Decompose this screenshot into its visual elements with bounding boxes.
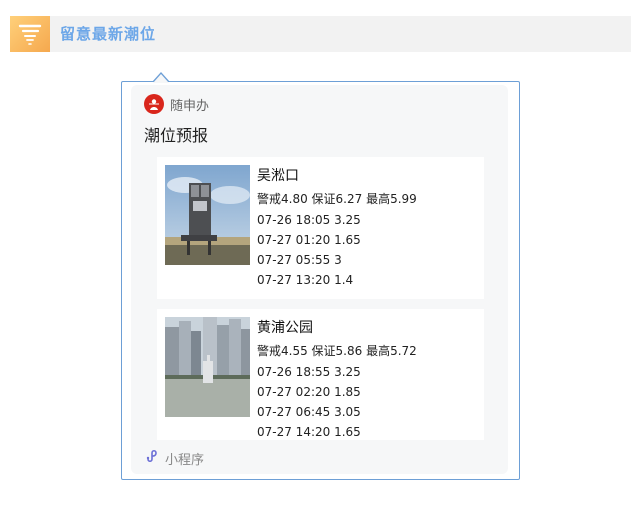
tide-forecast-row: 07-26 18:05 3.25 (257, 213, 361, 227)
station-limits: 警戒4.55 保证5.86 最高5.72 (257, 344, 417, 358)
station-name: 吴淞口 (257, 168, 299, 184)
station-item[interactable]: 黄浦公园 警戒4.55 保证5.86 最高5.72 07-26 18:55 3.… (157, 309, 484, 440)
station-name: 黄浦公园 (257, 320, 313, 336)
tide-forecast-row: 07-27 02:20 1.85 (257, 385, 361, 399)
tide-forecast-row: 07-27 14:20 1.65 (257, 425, 361, 439)
card-title: 潮位预报 (144, 126, 209, 145)
mini-program-label: 小程序 (165, 452, 205, 468)
mini-program-icon (145, 448, 161, 468)
app-logo-icon (144, 94, 164, 114)
tide-forecast-row: 07-27 06:45 3.05 (257, 405, 361, 419)
tornado-icon (10, 16, 50, 52)
tide-forecast-row: 07-27 01:20 1.65 (257, 233, 361, 247)
mini-program-footer: 小程序 (145, 448, 205, 468)
station-photo (165, 165, 250, 265)
station-photo (165, 317, 250, 417)
tide-forecast-row: 07-27 05:55 3 (257, 253, 342, 267)
app-name: 随申办 (170, 98, 210, 114)
tide-forecast-row: 07-26 18:55 3.25 (257, 365, 361, 379)
section-header: 留意最新潮位 (10, 16, 631, 52)
tide-forecast-row: 07-27 13:20 1.4 (257, 273, 354, 287)
station-limits: 警戒4.80 保证6.27 最高5.99 (257, 192, 417, 206)
card-pointer-fill (153, 74, 169, 83)
app-source: 随申办 (144, 94, 209, 114)
station-item[interactable]: 吴淞口 警戒4.80 保证6.27 最高5.99 07-26 18:05 3.2… (157, 157, 484, 299)
section-title: 留意最新潮位 (60, 25, 157, 43)
